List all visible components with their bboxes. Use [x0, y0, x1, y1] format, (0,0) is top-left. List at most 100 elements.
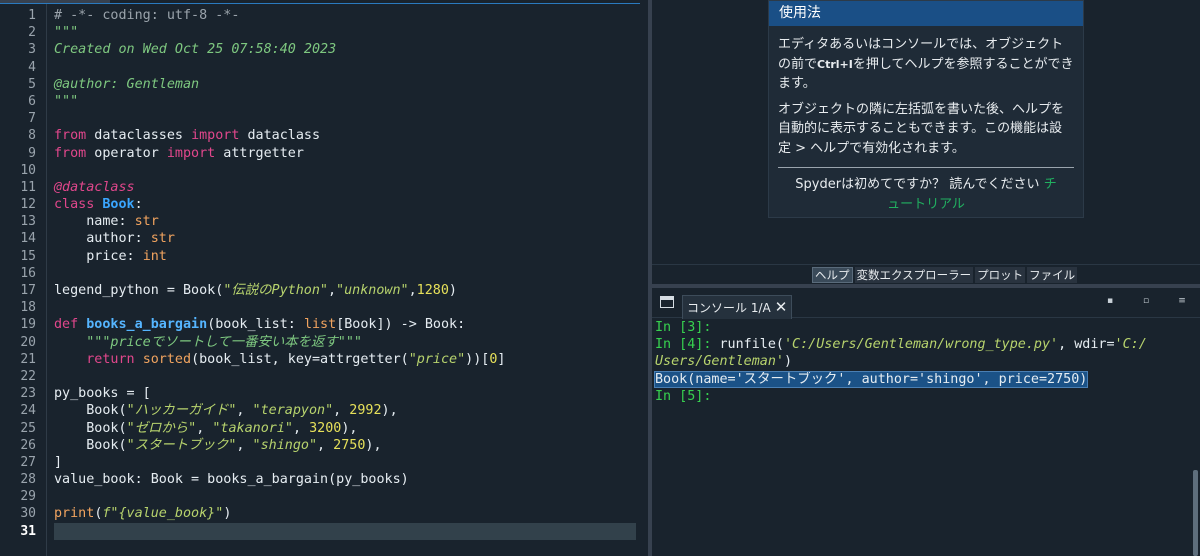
code-line[interactable] — [54, 299, 636, 316]
code-line[interactable]: author: str — [54, 230, 636, 247]
console-code: runfile( — [711, 337, 784, 353]
code-token: py_books = [ — [54, 386, 151, 402]
code-line[interactable]: legend_python = Book("伝説のPython","unknow… — [54, 282, 636, 299]
code-area[interactable]: # -*- coding: utf-8 -*- """ Created on W… — [54, 7, 636, 540]
editor-scrollbar[interactable] — [636, 4, 648, 556]
tab-variable-explorer[interactable]: 変数エクスプローラー — [854, 267, 974, 283]
code-token: [Book]) -> Book: — [336, 317, 466, 333]
keyword-token: def — [54, 317, 79, 333]
line-number: 12 — [20, 197, 36, 213]
number-token: 3200 — [309, 420, 342, 436]
console-line: In [4]: runfile('C:/Users/Gentleman/wron… — [655, 336, 1192, 353]
square-icon[interactable]: ▫ — [1128, 296, 1164, 306]
code-line[interactable]: Book("ゼロから", "takanori", 3200), — [54, 420, 636, 437]
code-line[interactable]: price: int — [54, 248, 636, 265]
stop-icon[interactable]: ▪ — [1092, 296, 1128, 306]
name-token: dataclass — [239, 128, 321, 144]
string-token: f"{value_book}" — [102, 506, 224, 522]
code-editor[interactable]: 1 2 3 4 5 6 7 8 9 10 11 12 13 14 15 16 1… — [0, 0, 648, 556]
punct-token: , — [327, 283, 337, 298]
active-code-line[interactable] — [54, 522, 636, 540]
punct-token: ), — [381, 403, 398, 419]
code-line[interactable] — [54, 265, 636, 282]
pane-tab-bar: ヘルプ 変数エクスプローラー プロット ファイル — [652, 264, 1200, 284]
console-tab-bar: コンソール 1/A ✕ ▪ ▫ ≡ — [652, 288, 1200, 319]
code-line[interactable]: Book("スタートブック", "shingo", 2750), — [54, 437, 636, 454]
console-line: In [5]: — [655, 388, 1192, 405]
number-token: 2750 — [333, 437, 366, 453]
line-number: 15 — [20, 248, 36, 264]
string-token: "ゼロから" — [126, 420, 197, 436]
line-number: 10 — [20, 162, 36, 178]
console-window-icon[interactable] — [660, 296, 674, 308]
line-number: 11 — [20, 179, 36, 195]
code-line[interactable]: """ — [54, 24, 636, 41]
line-number: 14 — [20, 231, 36, 247]
code-line[interactable]: name: str — [54, 213, 636, 230]
keyword-token: import — [166, 145, 216, 161]
console-tab[interactable]: コンソール 1/A ✕ — [682, 295, 793, 319]
code-line[interactable]: py_books = [ — [54, 385, 636, 402]
code-line[interactable] — [54, 368, 636, 385]
console-output[interactable]: In [3]: In [4]: runfile('C:/Users/Gentle… — [652, 319, 1192, 405]
code-line[interactable]: from dataclasses import dataclass — [54, 127, 636, 144]
input-prompt: In [4]: — [655, 337, 712, 353]
line-number: 21 — [20, 351, 36, 367]
tab-files[interactable]: ファイル — [1027, 267, 1078, 283]
punct-token: : — [134, 197, 143, 213]
builtin-token: print — [54, 506, 95, 522]
keyword-token: class — [54, 197, 95, 213]
code-line[interactable] — [54, 59, 636, 76]
line-number: 13 — [20, 214, 36, 230]
help-pane: 使用法 エディタあるいはコンソールでは、オブジェクトの前でCtrl+Iを押してヘ… — [652, 0, 1200, 264]
console-string: 'C:/ — [1114, 337, 1147, 353]
help-footer: Spyderは初めてですか？ 読んでください チュートリアル — [769, 175, 1083, 214]
string-token: "unknown" — [336, 283, 409, 298]
line-number: 20 — [20, 334, 36, 350]
code-line[interactable]: Book("ハッカーガイド", "terapyon", 2992), — [54, 402, 636, 419]
code-token: value_book: Book = books_a_bargain(py_bo… — [54, 472, 409, 488]
builtin-token: list — [303, 317, 337, 333]
line-number-gutter: 1 2 3 4 5 6 7 8 9 10 11 12 13 14 15 16 1… — [0, 7, 44, 540]
punct-token: ) — [448, 283, 457, 298]
code-line[interactable] — [54, 110, 636, 127]
code-line[interactable]: def books_a_bargain(book_list: list[Book… — [54, 316, 636, 333]
module-token: operator — [86, 145, 167, 161]
code-line[interactable]: print(f"{value_book}") — [54, 505, 636, 522]
code-line[interactable]: @author: Gentleman — [54, 76, 636, 93]
selected-output[interactable]: Book(name='スタートブック', author='shingo', pr… — [653, 370, 1089, 388]
help-usage-card: 使用法 エディタあるいはコンソールでは、オブジェクトの前でCtrl+Iを押してヘ… — [768, 0, 1084, 218]
string-token: "shingo" — [252, 437, 318, 453]
console-toolbar: ▪ ▫ ≡ — [1092, 296, 1200, 306]
indent-token — [54, 352, 86, 367]
docstring-token: """ — [54, 93, 79, 109]
code-line[interactable]: ] — [54, 454, 636, 471]
options-menu-icon[interactable]: ≡ — [1164, 296, 1200, 306]
code-line[interactable]: """priceでソートして一番安い本を返す""" — [54, 334, 636, 351]
line-number: 3 — [28, 42, 36, 58]
code-line[interactable]: class Book: — [54, 196, 636, 213]
line-number: 24 — [20, 403, 36, 419]
code-line[interactable]: # -*- coding: utf-8 -*- — [54, 7, 636, 24]
code-line[interactable]: from operator import attrgetter — [54, 145, 636, 162]
punct-token: , — [196, 420, 213, 436]
code-line[interactable] — [54, 162, 636, 179]
console-code: , wdir= — [1058, 337, 1115, 353]
number-token: 2992 — [349, 403, 382, 419]
code-line[interactable]: Created on Wed Oct 25 07:58:40 2023 — [54, 41, 636, 58]
code-line[interactable]: """ — [54, 93, 636, 110]
tab-plots[interactable]: プロット — [975, 267, 1026, 283]
code-line[interactable]: @dataclass — [54, 179, 636, 196]
code-line[interactable]: return sorted(book_list, key=attrgetter(… — [54, 351, 636, 368]
code-line[interactable] — [54, 488, 636, 505]
punct-token: , — [333, 403, 350, 419]
function-name-token: books_a_bargain — [86, 317, 208, 333]
console-scrollbar-thumb[interactable] — [1193, 470, 1198, 556]
punct-token: , — [293, 420, 310, 436]
code-line[interactable]: value_book: Book = books_a_bargain(py_bo… — [54, 471, 636, 488]
tab-help[interactable]: ヘルプ — [812, 267, 853, 283]
line-number: 8 — [28, 128, 36, 144]
console-scrollbar[interactable] — [1190, 321, 1200, 556]
close-icon[interactable]: ✕ — [775, 300, 788, 315]
